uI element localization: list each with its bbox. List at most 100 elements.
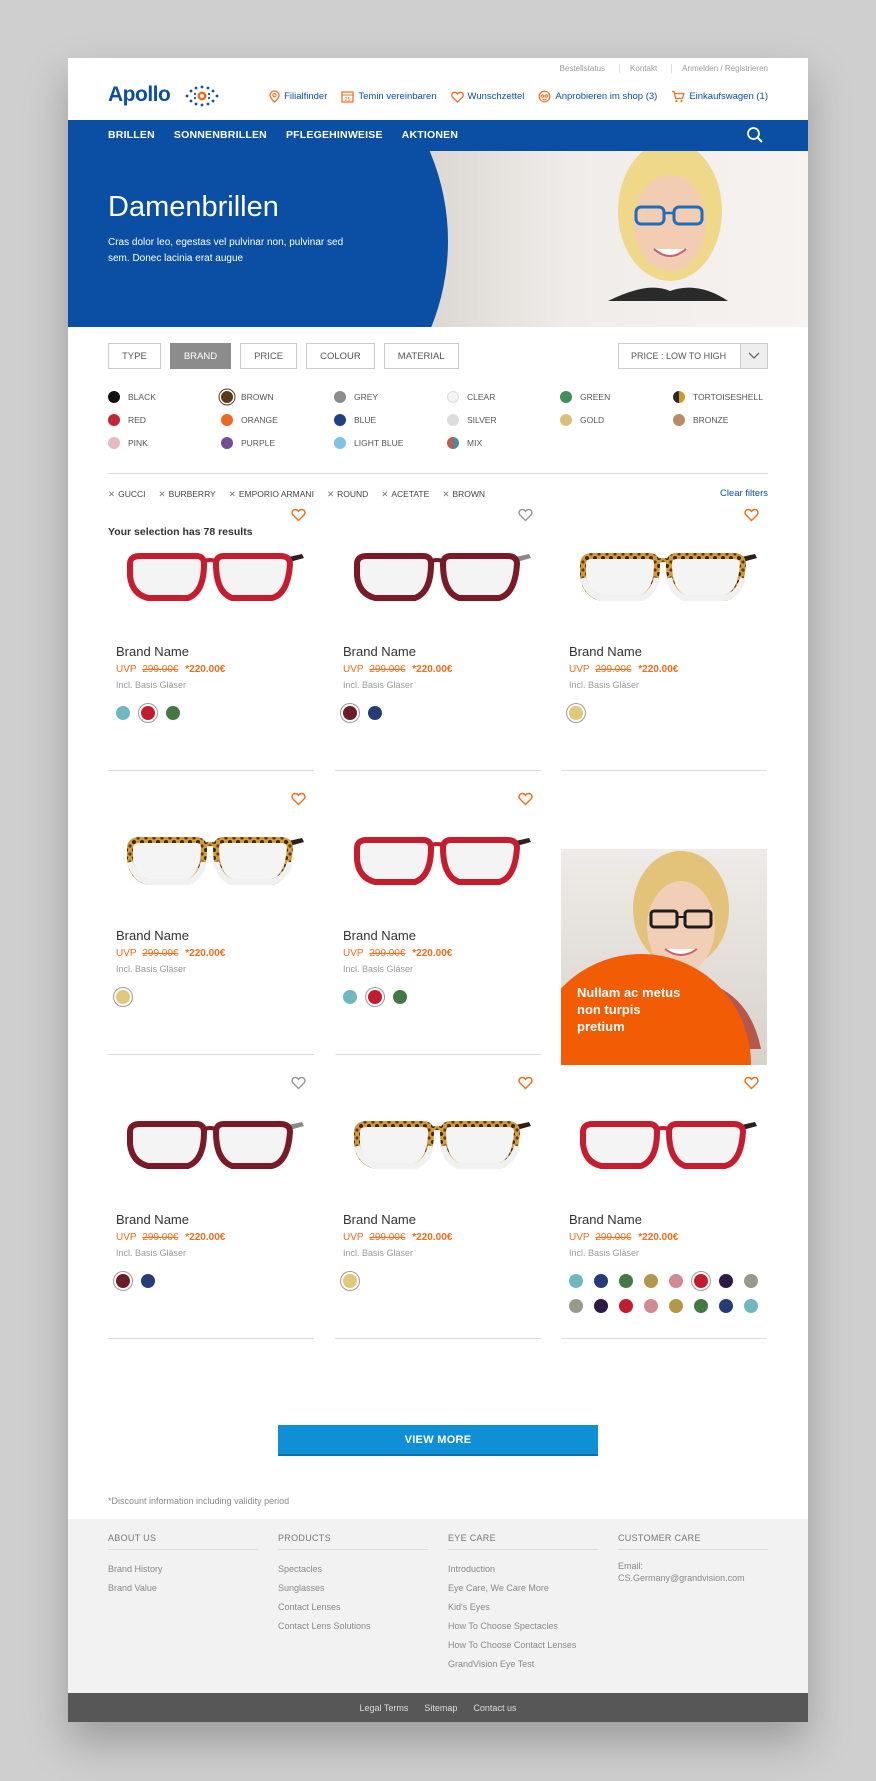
applied-filter-chip[interactable]: ✕ EMPORIO ARMANI — [229, 489, 314, 500]
product-card[interactable]: Brand Name UVP 299.00€ *220.00€ Incl. Ba… — [108, 1068, 314, 1339]
contact-us-link[interactable]: Contact us — [473, 1703, 516, 1713]
close-icon[interactable]: ✕ — [108, 489, 115, 499]
colour-swatch[interactable] — [694, 1299, 708, 1313]
login-register-link[interactable]: Anmelden / Registrieren — [671, 64, 768, 73]
product-brand-name[interactable]: Brand Name — [116, 644, 189, 659]
nav-sonnenbrillen[interactable]: SONNENBRILLEN — [174, 129, 267, 141]
colour-swatch[interactable] — [744, 1274, 758, 1288]
wishlist-link[interactable]: Wunschzettel — [450, 90, 524, 103]
footer-link[interactable]: How To Choose Contact Lenses — [448, 1636, 598, 1655]
filter-type-button[interactable]: TYPE — [108, 343, 161, 369]
colour-swatch[interactable] — [368, 990, 382, 1004]
colour-filter-mix[interactable]: MIX — [447, 437, 482, 449]
product-image[interactable] — [116, 816, 306, 902]
product-brand-name[interactable]: Brand Name — [343, 644, 416, 659]
appointment-link[interactable]: 25 Temin vereinbaren — [341, 90, 437, 103]
colour-swatch[interactable] — [619, 1274, 633, 1288]
filter-brand-button[interactable]: BRAND — [169, 343, 232, 369]
colour-swatch[interactable] — [719, 1299, 733, 1313]
close-icon[interactable]: ✕ — [229, 489, 236, 499]
colour-filter-grey[interactable]: GREY — [334, 391, 378, 403]
colour-swatch[interactable] — [166, 706, 180, 720]
colour-swatch[interactable] — [569, 1274, 583, 1288]
sort-select[interactable]: PRICE : LOW TO HIGH — [618, 343, 768, 369]
colour-swatch[interactable] — [343, 990, 357, 1004]
close-icon[interactable]: ✕ — [381, 489, 388, 499]
footer-link[interactable]: Introduction — [448, 1560, 598, 1579]
product-card[interactable]: Brand Name UVP 299.00€ *220.00€ Incl. Ba… — [335, 1068, 541, 1339]
view-more-button[interactable]: VIEW MORE — [278, 1425, 598, 1456]
colour-swatch[interactable] — [393, 990, 407, 1004]
colour-filter-clear[interactable]: CLEAR — [447, 391, 495, 403]
colour-swatch[interactable] — [719, 1274, 733, 1288]
colour-swatch[interactable] — [669, 1299, 683, 1313]
product-card[interactable]: Brand Name UVP 299.00€ *220.00€ Incl. Ba… — [335, 500, 541, 771]
colour-swatch[interactable] — [116, 990, 130, 1004]
footer-link[interactable]: GrandVision Eye Test — [448, 1655, 598, 1674]
colour-swatch[interactable] — [644, 1274, 658, 1288]
colour-filter-brown[interactable]: BROWN — [221, 391, 274, 403]
product-card[interactable]: Brand Name UVP 299.00€ *220.00€ Incl. Ba… — [561, 1068, 767, 1339]
footer-link[interactable]: Contact Lens Solutions — [278, 1617, 428, 1636]
footer-link[interactable]: Sunglasses — [278, 1579, 428, 1598]
colour-filter-purple[interactable]: PURPLE — [221, 437, 275, 449]
footer-link[interactable]: Brand Value — [108, 1579, 258, 1598]
colour-swatch[interactable] — [744, 1299, 758, 1313]
colour-filter-blue[interactable]: BLUE — [334, 414, 376, 426]
product-card[interactable]: Brand Name UVP 299.00€ *220.00€ Incl. Ba… — [108, 500, 314, 771]
colour-swatch[interactable] — [141, 1274, 155, 1288]
colour-filter-bronze[interactable]: BRONZE — [673, 414, 728, 426]
close-icon[interactable]: ✕ — [442, 489, 449, 499]
colour-filter-light-blue[interactable]: LIGHT BLUE — [334, 437, 403, 449]
product-card[interactable]: Brand Name UVP 299.00€ *220.00€ Incl. Ba… — [335, 784, 541, 1055]
applied-filter-chip[interactable]: ✕ BROWN — [442, 489, 485, 500]
colour-swatch[interactable] — [694, 1274, 708, 1288]
colour-swatch[interactable] — [141, 706, 155, 720]
clear-filters-link[interactable]: Clear filters — [720, 488, 768, 499]
product-image[interactable] — [569, 532, 759, 618]
product-brand-name[interactable]: Brand Name — [569, 644, 642, 659]
product-brand-name[interactable]: Brand Name — [569, 1212, 642, 1227]
wishlist-heart-icon[interactable] — [518, 792, 533, 806]
logo[interactable]: Apollo — [108, 83, 171, 107]
colour-swatch[interactable] — [594, 1299, 608, 1313]
sitemap-link[interactable]: Sitemap — [424, 1703, 457, 1713]
product-brand-name[interactable]: Brand Name — [343, 928, 416, 943]
contact-link[interactable]: Kontakt — [619, 64, 657, 73]
footer-link[interactable]: Spectacles — [278, 1560, 428, 1579]
applied-filter-chip[interactable]: ✕ GUCCI — [108, 489, 146, 500]
colour-swatch[interactable] — [594, 1274, 608, 1288]
product-brand-name[interactable]: Brand Name — [116, 1212, 189, 1227]
colour-filter-pink[interactable]: PINK — [108, 437, 148, 449]
colour-swatch[interactable] — [368, 706, 382, 720]
colour-filter-orange[interactable]: ORANGE — [221, 414, 278, 426]
footer-link[interactable]: Kid's Eyes — [448, 1598, 598, 1617]
colour-filter-tortoiseshell[interactable]: TORTOISESHELL — [673, 391, 763, 403]
colour-swatch[interactable] — [569, 706, 583, 720]
product-image[interactable] — [116, 532, 306, 618]
wishlist-heart-icon[interactable] — [744, 508, 759, 522]
applied-filter-chip[interactable]: ✕ ACETATE — [381, 489, 429, 500]
close-icon[interactable]: ✕ — [327, 489, 334, 499]
nav-pflegehinweise[interactable]: PFLEGEHINWEISE — [286, 129, 383, 141]
colour-filter-red[interactable]: RED — [108, 414, 146, 426]
search-icon[interactable] — [746, 126, 764, 144]
legal-terms-link[interactable]: Legal Terms — [360, 1703, 409, 1713]
colour-swatch[interactable] — [619, 1299, 633, 1313]
applied-filter-chip[interactable]: ✕ ROUND — [327, 489, 368, 500]
colour-filter-green[interactable]: GREEN — [560, 391, 610, 403]
store-finder-link[interactable]: Filialfinder — [269, 90, 327, 103]
wishlist-heart-icon[interactable] — [291, 508, 306, 522]
colour-swatch[interactable] — [669, 1274, 683, 1288]
product-image[interactable] — [343, 816, 533, 902]
wishlist-heart-icon[interactable] — [744, 1076, 759, 1090]
product-image[interactable] — [569, 1100, 759, 1186]
product-image[interactable] — [116, 1100, 306, 1186]
footer-email-link[interactable]: CS.Germany@grandvision.com — [618, 1572, 768, 1584]
wishlist-heart-icon[interactable] — [518, 1076, 533, 1090]
product-card[interactable]: Brand Name UVP 299.00€ *220.00€ Incl. Ba… — [561, 500, 767, 771]
colour-swatch[interactable] — [116, 706, 130, 720]
cart-link[interactable]: Einkaufswagen (1) — [671, 90, 768, 103]
filter-material-button[interactable]: MATERIAL — [383, 343, 459, 369]
product-brand-name[interactable]: Brand Name — [343, 1212, 416, 1227]
